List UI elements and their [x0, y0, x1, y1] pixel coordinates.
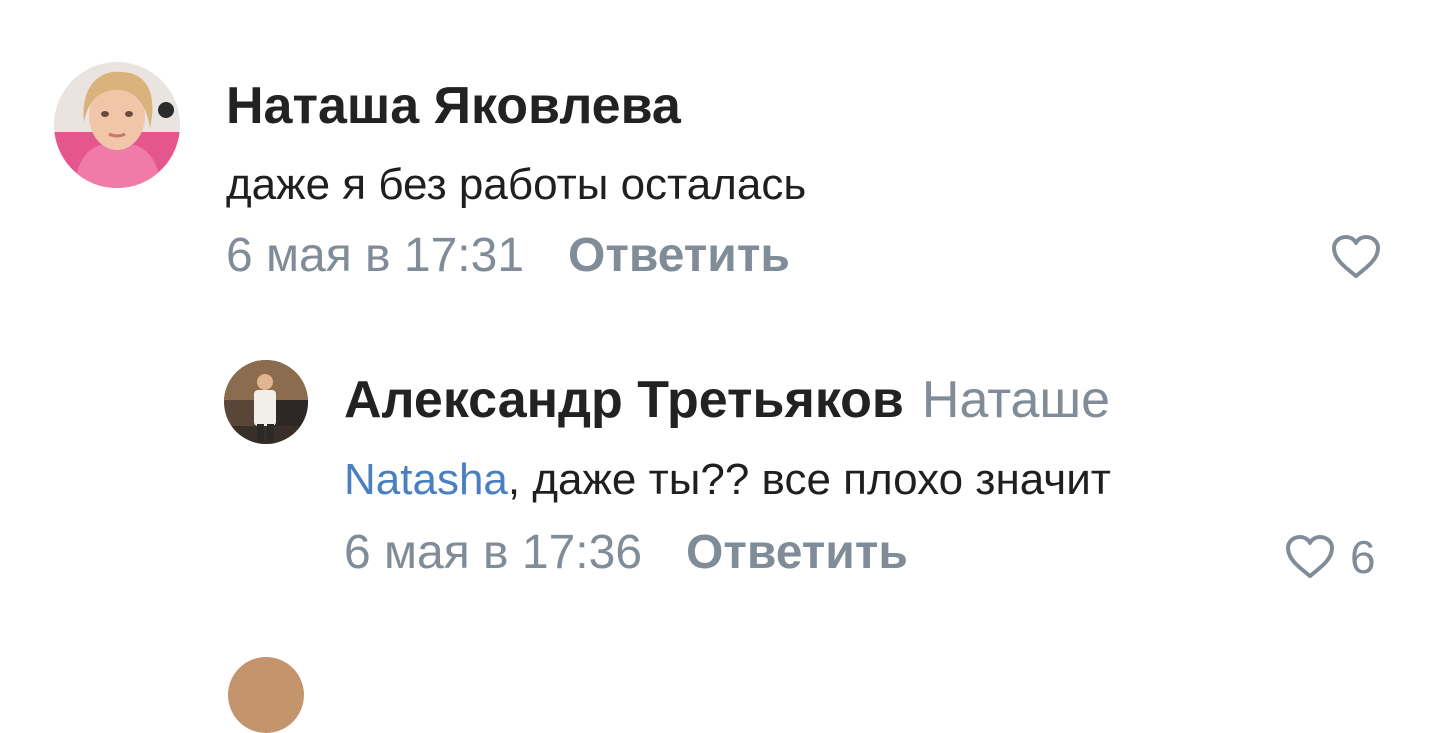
author-avatar[interactable] — [224, 360, 308, 444]
next-comment-avatar[interactable] — [228, 657, 304, 733]
reply-button[interactable]: Ответить — [686, 526, 908, 579]
like-button[interactable] — [1330, 234, 1382, 280]
author-name[interactable]: Александр Третьяков — [344, 371, 904, 429]
reply-button[interactable]: Ответить — [568, 229, 790, 282]
reply-to-label[interactable]: Наташе — [922, 371, 1110, 429]
comment-text: даже я без работы осталась — [226, 160, 807, 209]
comment-meta: 6 мая в 17:36 Ответить — [344, 525, 908, 580]
mention-link[interactable]: Natasha — [344, 455, 508, 504]
comment-date: 6 мая в 17:31 — [226, 229, 525, 282]
comment-date: 6 мая в 17:36 — [344, 526, 643, 579]
author-avatar[interactable] — [54, 62, 180, 188]
like-button[interactable]: 6 — [1284, 530, 1376, 584]
comment-author[interactable]: Александр Третьяков Наташе — [344, 370, 1110, 430]
heart-outline-icon — [1332, 235, 1380, 278]
author-name[interactable]: Наташа Яковлева — [226, 77, 681, 135]
heart-outline-icon — [1286, 535, 1334, 578]
like-count: 6 — [1350, 531, 1376, 583]
comment-body: , даже ты?? все плохо значит — [507, 455, 1111, 504]
comment-author[interactable]: Наташа Яковлева — [226, 76, 681, 136]
comment-text: Natasha, даже ты?? все плохо значит — [344, 455, 1111, 505]
comment-meta: 6 мая в 17:31 Ответить — [226, 228, 790, 283]
